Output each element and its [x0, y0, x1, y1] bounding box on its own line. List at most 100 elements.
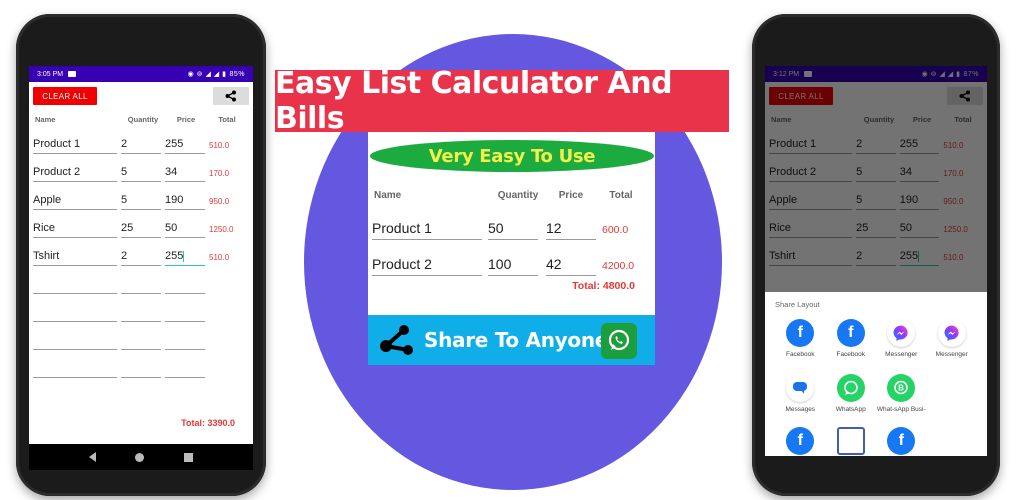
app-content: CLEAR ALL Name Quantity Price Total Prod…: [29, 82, 253, 470]
table-row: Tshirt 2 255 510.0: [33, 238, 249, 266]
share-sheet: Share Layout f Facebook f Facebook Messe…: [765, 292, 987, 456]
header-price: Price: [558, 189, 584, 201]
share-app-whatsapp-business[interactable]: B What-sApp Busi-: [876, 374, 927, 421]
share-app-facebook[interactable]: f Facebook: [826, 319, 877, 366]
price-input[interactable]: 255: [165, 136, 205, 154]
name-input[interactable]: Tshirt: [33, 248, 117, 266]
phone-left: 3:05 PM ◉ ⊚ ◢ ◢ ▮ 85% CLEAR ALL Name Quan…: [16, 14, 266, 496]
header-total: Total: [609, 189, 633, 201]
name-input[interactable]: [33, 276, 117, 294]
whatsapp-business-icon: B: [887, 374, 916, 402]
facebook-icon: f: [786, 319, 815, 347]
grand-total: Total: 4800.0: [572, 280, 635, 292]
clear-all-button[interactable]: CLEAR ALL: [33, 87, 97, 105]
share-app-partial[interactable]: f: [775, 427, 826, 455]
app-label: Messenger: [885, 351, 918, 358]
share-app-partial[interactable]: [826, 427, 877, 455]
row-total: 170.0: [209, 169, 230, 178]
quantity-input[interactable]: 2: [121, 248, 161, 266]
name-input[interactable]: Apple: [33, 192, 117, 210]
price-input[interactable]: 34: [165, 164, 205, 182]
quantity-input[interactable]: [121, 304, 161, 322]
battery-level: 85%: [229, 70, 245, 78]
row-total: 510.0: [209, 141, 230, 150]
signal-icons: ◉ ⊚ ◢ ◢ ▮: [187, 71, 227, 78]
quantity-input[interactable]: 50: [488, 218, 538, 240]
app-icon: [836, 427, 865, 455]
share-app-messenger[interactable]: Messenger: [876, 319, 927, 366]
quantity-input[interactable]: [121, 332, 161, 350]
whatsapp-icon[interactable]: [601, 323, 637, 359]
app-label: Messenger: [935, 351, 968, 358]
share-app-grid-partial: f f: [775, 427, 977, 455]
facebook-icon: f: [836, 319, 865, 347]
messenger-icon: [937, 319, 966, 347]
svg-text:B: B: [898, 384, 904, 393]
share-app-messages[interactable]: Messages: [775, 374, 826, 421]
share-button[interactable]: [213, 87, 249, 105]
row-total: 600.0: [602, 224, 629, 236]
price-value: 255: [165, 250, 184, 262]
name-input[interactable]: Product 1: [33, 136, 117, 154]
header-name: Name: [35, 114, 56, 124]
share-bar[interactable]: Share To Anyone: [368, 315, 655, 365]
empty-row: [33, 322, 249, 350]
share-icon: [225, 90, 236, 102]
share-app-grid: f Facebook f Facebook Messenger Messenge…: [775, 319, 977, 421]
screen: 3:05 PM ◉ ⊚ ◢ ◢ ▮ 85% CLEAR ALL Name Quan…: [29, 66, 253, 470]
share-app-partial[interactable]: f: [876, 427, 927, 455]
row-total: 510.0: [209, 253, 230, 262]
header-price: Price: [176, 114, 196, 124]
grand-total: Total: 3390.0: [181, 418, 235, 428]
app-label: Facebook: [785, 351, 815, 358]
app-label: Facebook: [836, 351, 866, 358]
quantity-input[interactable]: [121, 360, 161, 378]
back-icon[interactable]: [88, 452, 96, 462]
name-input[interactable]: [33, 360, 117, 378]
price-input[interactable]: 42: [546, 254, 596, 276]
price-input[interactable]: 50: [165, 220, 205, 238]
app-label: WhatsApp: [835, 406, 866, 413]
price-input[interactable]: [165, 304, 205, 322]
price-input[interactable]: 190: [165, 192, 205, 210]
price-input[interactable]: [165, 276, 205, 294]
header-quantity: Quantity: [497, 189, 539, 201]
price-input[interactable]: [165, 360, 205, 378]
quantity-input[interactable]: 5: [121, 164, 161, 182]
share-app-messenger[interactable]: Messenger: [927, 319, 978, 366]
name-input[interactable]: Product 1: [372, 218, 482, 240]
recents-icon[interactable]: [184, 452, 194, 462]
share-app-facebook[interactable]: f Facebook: [775, 319, 826, 366]
share-icon: [380, 325, 413, 355]
quantity-input[interactable]: 25: [121, 220, 161, 238]
empty-row: [33, 294, 249, 322]
price-input-focused[interactable]: 255: [165, 248, 205, 266]
price-input[interactable]: [165, 332, 205, 350]
header-total: Total: [218, 114, 236, 124]
price-input[interactable]: 12: [546, 218, 596, 240]
table-header: Name Quantity Price Total: [372, 186, 652, 204]
row-total: 4200.0: [602, 260, 635, 272]
messages-icon: [786, 374, 815, 402]
name-input[interactable]: Product 2: [372, 254, 482, 276]
home-icon[interactable]: [135, 452, 145, 462]
name-input[interactable]: Rice: [33, 220, 117, 238]
quantity-input[interactable]: 2: [121, 136, 161, 154]
facebook-icon: f: [887, 427, 916, 455]
table-row: Product 1 50 12 600.0: [372, 204, 652, 240]
screen: 3:12 PM ◉ ⊚ ◢ ◢ ▮87% CLEAR ALL Name Quan…: [765, 66, 987, 456]
text-cursor: [183, 250, 185, 262]
table-row: Apple 5 190 950.0: [33, 182, 249, 210]
name-input[interactable]: [33, 332, 117, 350]
promo-card: Very Easy To Use Name Quantity Price Tot…: [368, 132, 655, 365]
row-total: 950.0: [209, 197, 230, 206]
quantity-input[interactable]: 5: [121, 192, 161, 210]
quantity-input[interactable]: [121, 276, 161, 294]
share-app-whatsapp[interactable]: WhatsApp: [826, 374, 877, 421]
table-row: Product 2 100 42 4200.0: [372, 240, 652, 276]
share-text: Share To Anyone: [424, 328, 609, 352]
name-input[interactable]: Product 2: [33, 164, 117, 182]
name-input[interactable]: [33, 304, 117, 322]
youtube-icon: [68, 71, 77, 77]
quantity-input[interactable]: 100: [488, 254, 538, 276]
